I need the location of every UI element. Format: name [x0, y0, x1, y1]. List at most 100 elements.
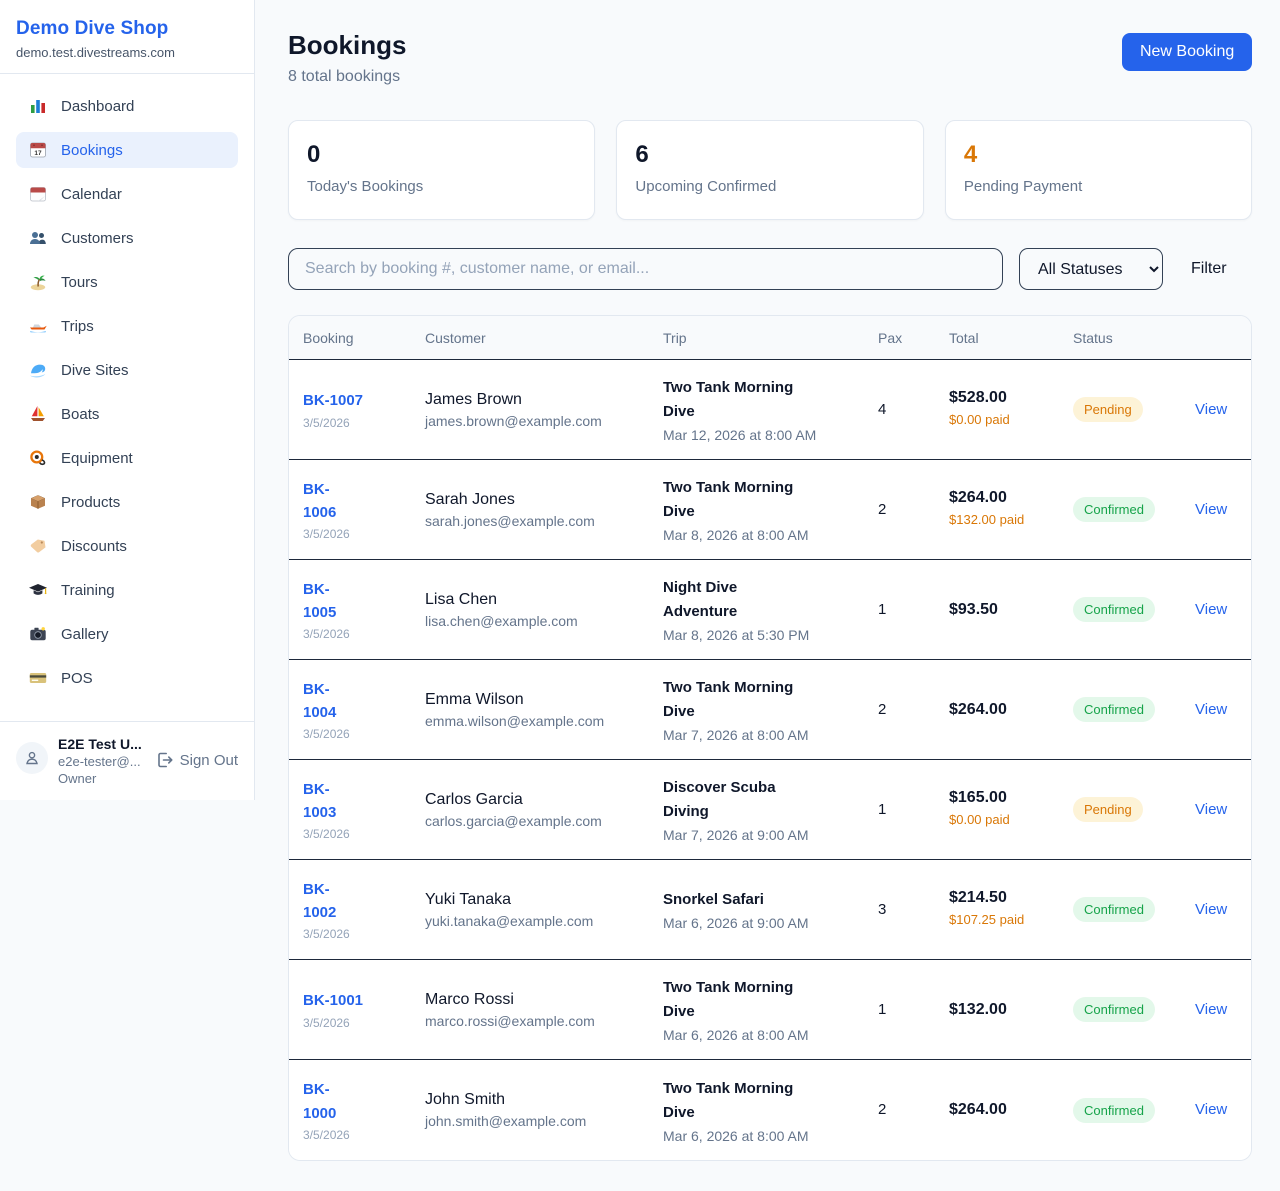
paid-amount: $0.00 paid: [949, 811, 1035, 829]
booking-id-link[interactable]: BK-1003: [303, 778, 403, 825]
sign-out-button[interactable]: Sign Out: [154, 750, 238, 770]
sidebar-item-equipment[interactable]: Equipment: [16, 440, 238, 476]
stat-value: 0: [307, 141, 576, 169]
trip-datetime: Mar 7, 2026 at 9:00 AM: [663, 827, 856, 843]
app-root: Demo Dive Shop demo.test.divestreams.com…: [0, 0, 1280, 1191]
booking-date: 3/5/2026: [303, 1128, 403, 1142]
sidebar-item-gallery[interactable]: Gallery: [16, 616, 238, 652]
trip-datetime: Mar 8, 2026 at 5:30 PM: [663, 627, 856, 643]
sidebar-item-trips[interactable]: Trips: [16, 308, 238, 344]
credit-card-icon: [28, 668, 48, 688]
table-header-row: Booking Customer Trip Pax Total Status: [289, 316, 1251, 360]
page-title-block: Bookings 8 total bookings: [288, 30, 406, 86]
booking-id-link[interactable]: BK-1001: [303, 989, 403, 1012]
stat-label: Today's Bookings: [307, 178, 576, 195]
package-icon: [28, 492, 48, 512]
sidebar-item-dashboard[interactable]: Dashboard: [16, 88, 238, 124]
search-input[interactable]: [288, 248, 1003, 290]
user-avatar-icon: [22, 748, 42, 768]
trip-name: Night Dive Adventure: [663, 576, 805, 624]
paid-amount: $0.00 paid: [949, 411, 1035, 429]
view-link[interactable]: View: [1195, 1101, 1227, 1118]
trip-name: Two Tank Morning Dive: [663, 976, 805, 1024]
brand-name: Demo Dive Shop: [16, 18, 238, 40]
sidebar-item-label: Equipment: [61, 450, 133, 467]
customer-email: carlos.garcia@example.com: [425, 813, 641, 829]
booking-id-link[interactable]: BK-1005: [303, 578, 403, 625]
sign-out-icon: [154, 750, 174, 770]
customer-email: marco.rossi@example.com: [425, 1013, 641, 1029]
sidebar-item-label: Customers: [61, 230, 134, 247]
page-title: Bookings: [288, 30, 406, 61]
sidebar: Demo Dive Shop demo.test.divestreams.com…: [0, 0, 255, 800]
sidebar-item-label: Trips: [61, 318, 94, 335]
booking-date: 3/5/2026: [303, 927, 403, 941]
booking-id-link[interactable]: BK-1000: [303, 1078, 403, 1125]
table-row: BK-1005 3/5/2026 Lisa Chen lisa.chen@exa…: [289, 560, 1251, 660]
user-name: E2E Test U...: [58, 736, 144, 752]
stat-value: 4: [964, 141, 1233, 169]
trip-datetime: Mar 8, 2026 at 8:00 AM: [663, 527, 856, 543]
sailboat-icon: [28, 404, 48, 424]
sidebar-item-dive-sites[interactable]: Dive Sites: [16, 352, 238, 388]
sidebar-item-boats[interactable]: Boats: [16, 396, 238, 432]
booking-id-link[interactable]: BK-1002: [303, 878, 403, 925]
status-filter-select[interactable]: All Statuses: [1019, 248, 1163, 290]
customer-email: john.smith@example.com: [425, 1113, 641, 1129]
booking-id-link[interactable]: BK-1006: [303, 478, 403, 525]
booking-id-link[interactable]: BK-1007: [303, 389, 403, 412]
trip-datetime: Mar 12, 2026 at 8:00 AM: [663, 427, 856, 443]
table-row: BK-1000 3/5/2026 John Smith john.smith@e…: [289, 1060, 1251, 1160]
sidebar-item-label: Dive Sites: [61, 362, 129, 379]
sidebar-item-label: Bookings: [61, 142, 123, 159]
table-body: BK-1007 3/5/2026 James Brown james.brown…: [289, 360, 1251, 1160]
column-header-booking: Booking: [289, 316, 411, 359]
view-link[interactable]: View: [1195, 801, 1227, 818]
view-link[interactable]: View: [1195, 701, 1227, 718]
sidebar-item-pos[interactable]: POS: [16, 660, 238, 696]
total-amount: $264.00: [949, 1101, 1051, 1119]
status-badge: Confirmed: [1073, 997, 1155, 1022]
stat-label: Upcoming Confirmed: [635, 178, 904, 195]
filter-button[interactable]: Filter: [1179, 252, 1239, 286]
view-link[interactable]: View: [1195, 501, 1227, 518]
booking-id-link[interactable]: BK-1004: [303, 678, 403, 725]
sign-out-label: Sign Out: [180, 752, 238, 769]
trip-name: Two Tank Morning Dive: [663, 1077, 805, 1125]
customer-name: James Brown: [425, 391, 641, 409]
view-link[interactable]: View: [1195, 1001, 1227, 1018]
table-row: BK-1006 3/5/2026 Sarah Jones sarah.jones…: [289, 460, 1251, 560]
stat-card-today-s-bookings: 0 Today's Bookings: [288, 120, 595, 220]
view-link[interactable]: View: [1195, 601, 1227, 618]
status-badge: Pending: [1073, 797, 1143, 822]
trip-name: Two Tank Morning Dive: [663, 676, 805, 724]
customer-name: Carlos Garcia: [425, 791, 641, 809]
pax-count: 1: [878, 1001, 886, 1018]
status-badge: Confirmed: [1073, 897, 1155, 922]
main-content: Bookings 8 total bookings New Booking 0 T…: [255, 0, 1280, 1191]
user-role: Owner: [58, 771, 144, 786]
customer-name: Yuki Tanaka: [425, 891, 641, 909]
sidebar-item-products[interactable]: Products: [16, 484, 238, 520]
calendar-bookings-icon: 17: [28, 140, 48, 160]
paid-amount: $107.25 paid: [949, 911, 1035, 929]
customer-email: sarah.jones@example.com: [425, 513, 641, 529]
column-header-trip: Trip: [649, 316, 864, 359]
new-booking-button[interactable]: New Booking: [1122, 33, 1252, 71]
customer-name: Marco Rossi: [425, 991, 641, 1009]
stat-card-pending-payment: 4Pending Payment: [945, 120, 1252, 220]
sidebar-item-tours[interactable]: Tours: [16, 264, 238, 300]
view-link[interactable]: View: [1195, 901, 1227, 918]
customer-name: Emma Wilson: [425, 691, 641, 709]
sidebar-item-bookings[interactable]: 17 Bookings: [16, 132, 238, 168]
sidebar-item-calendar[interactable]: Calendar: [16, 176, 238, 212]
user-email: e2e-tester@...: [58, 754, 144, 769]
trip-name: Snorkel Safari: [663, 888, 805, 912]
sidebar-item-customers[interactable]: Customers: [16, 220, 238, 256]
sidebar-item-discounts[interactable]: Discounts: [16, 528, 238, 564]
view-link[interactable]: View: [1195, 401, 1227, 418]
grad-cap-icon: [28, 580, 48, 600]
trip-datetime: Mar 6, 2026 at 8:00 AM: [663, 1027, 856, 1043]
sidebar-item-training[interactable]: Training: [16, 572, 238, 608]
sidebar-item-label: Products: [61, 494, 120, 511]
